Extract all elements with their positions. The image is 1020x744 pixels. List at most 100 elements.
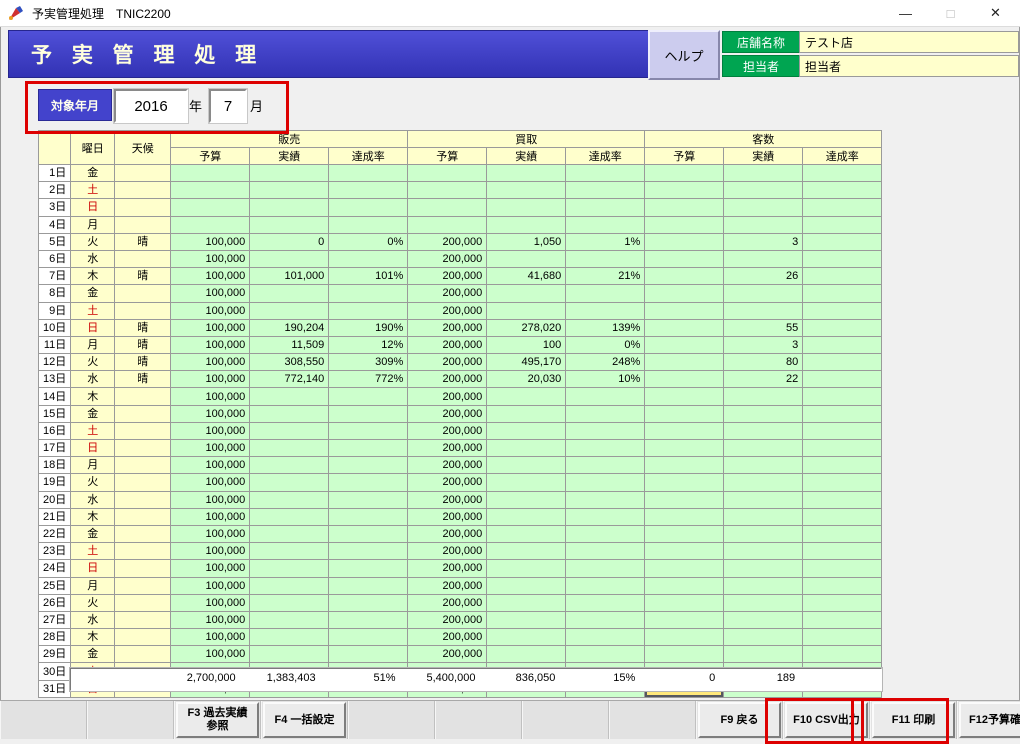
value-cell[interactable] [803, 336, 882, 353]
value-cell[interactable] [487, 577, 566, 594]
value-cell[interactable] [487, 422, 566, 439]
value-cell[interactable]: 100,000 [171, 474, 250, 491]
f3-button[interactable]: F3 過去実績参照 [176, 702, 259, 738]
value-cell[interactable] [171, 216, 250, 233]
value-cell[interactable] [803, 560, 882, 577]
value-cell[interactable] [329, 577, 408, 594]
value-cell[interactable] [803, 543, 882, 560]
value-cell[interactable] [250, 388, 329, 405]
value-cell[interactable] [566, 646, 645, 663]
value-cell[interactable] [250, 629, 329, 646]
value-cell[interactable] [803, 577, 882, 594]
value-cell[interactable] [724, 629, 803, 646]
value-cell[interactable]: 0% [329, 233, 408, 250]
value-cell[interactable] [724, 199, 803, 216]
value-cell[interactable]: 200,000 [408, 268, 487, 285]
value-cell[interactable]: 100,000 [171, 354, 250, 371]
value-cell[interactable] [645, 508, 724, 525]
value-cell[interactable] [645, 577, 724, 594]
value-cell[interactable] [487, 611, 566, 628]
value-cell[interactable] [487, 594, 566, 611]
value-cell[interactable] [803, 371, 882, 388]
value-cell[interactable]: 11,509 [250, 336, 329, 353]
weather-cell[interactable] [115, 302, 171, 319]
value-cell[interactable] [329, 405, 408, 422]
value-cell[interactable] [645, 233, 724, 250]
value-cell[interactable]: 100,000 [171, 543, 250, 560]
value-cell[interactable]: 100,000 [171, 594, 250, 611]
value-cell[interactable] [724, 457, 803, 474]
value-cell[interactable]: 100,000 [171, 611, 250, 628]
value-cell[interactable] [250, 560, 329, 577]
weather-cell[interactable] [115, 216, 171, 233]
value-cell[interactable] [487, 525, 566, 542]
value-cell[interactable]: 100,000 [171, 560, 250, 577]
value-cell[interactable] [645, 285, 724, 302]
value-cell[interactable]: 495,170 [487, 354, 566, 371]
value-cell[interactable] [329, 457, 408, 474]
value-cell[interactable] [645, 491, 724, 508]
value-cell[interactable]: 100 [487, 336, 566, 353]
value-cell[interactable] [803, 405, 882, 422]
value-cell[interactable] [803, 646, 882, 663]
value-cell[interactable] [487, 629, 566, 646]
value-cell[interactable]: 139% [566, 319, 645, 336]
weather-cell[interactable] [115, 285, 171, 302]
weather-cell[interactable] [115, 525, 171, 542]
value-cell[interactable] [487, 182, 566, 199]
value-cell[interactable]: 100,000 [171, 577, 250, 594]
value-cell[interactable] [724, 491, 803, 508]
value-cell[interactable] [250, 182, 329, 199]
value-cell[interactable] [803, 216, 882, 233]
value-cell[interactable] [487, 646, 566, 663]
value-cell[interactable]: 200,000 [408, 302, 487, 319]
value-cell[interactable]: 200,000 [408, 646, 487, 663]
value-cell[interactable] [724, 508, 803, 525]
value-cell[interactable]: 100,000 [171, 491, 250, 508]
weather-cell[interactable] [115, 182, 171, 199]
value-cell[interactable] [645, 440, 724, 457]
value-cell[interactable] [724, 405, 803, 422]
value-cell[interactable]: 100,000 [171, 405, 250, 422]
value-cell[interactable]: 1,050 [487, 233, 566, 250]
value-cell[interactable] [408, 216, 487, 233]
value-cell[interactable]: 100,000 [171, 285, 250, 302]
value-cell[interactable] [566, 440, 645, 457]
weather-cell[interactable] [115, 474, 171, 491]
value-cell[interactable]: 200,000 [408, 543, 487, 560]
value-cell[interactable]: 41,680 [487, 268, 566, 285]
value-cell[interactable] [803, 354, 882, 371]
value-cell[interactable]: 100,000 [171, 233, 250, 250]
value-cell[interactable] [566, 165, 645, 182]
value-cell[interactable]: 200,000 [408, 354, 487, 371]
value-cell[interactable]: 190,204 [250, 319, 329, 336]
value-cell[interactable]: 100,000 [171, 268, 250, 285]
value-cell[interactable] [487, 405, 566, 422]
month-input[interactable]: 7 [209, 89, 247, 123]
value-cell[interactable] [250, 165, 329, 182]
value-cell[interactable] [803, 182, 882, 199]
value-cell[interactable] [566, 474, 645, 491]
value-cell[interactable] [724, 165, 803, 182]
value-cell[interactable] [329, 543, 408, 560]
value-cell[interactable] [803, 508, 882, 525]
value-cell[interactable] [487, 457, 566, 474]
value-cell[interactable] [250, 216, 329, 233]
value-cell[interactable] [645, 543, 724, 560]
weather-cell[interactable] [115, 560, 171, 577]
value-cell[interactable] [487, 508, 566, 525]
value-cell[interactable] [487, 302, 566, 319]
value-cell[interactable] [724, 388, 803, 405]
value-cell[interactable] [645, 250, 724, 267]
value-cell[interactable] [329, 250, 408, 267]
value-cell[interactable] [566, 216, 645, 233]
value-cell[interactable] [250, 525, 329, 542]
value-cell[interactable] [645, 165, 724, 182]
store-name-field[interactable]: テスト店 [799, 31, 1019, 53]
value-cell[interactable]: 200,000 [408, 525, 487, 542]
value-cell[interactable] [566, 302, 645, 319]
value-cell[interactable] [645, 405, 724, 422]
value-cell[interactable] [724, 182, 803, 199]
maximize-button[interactable]: □ [928, 0, 973, 26]
value-cell[interactable] [645, 646, 724, 663]
